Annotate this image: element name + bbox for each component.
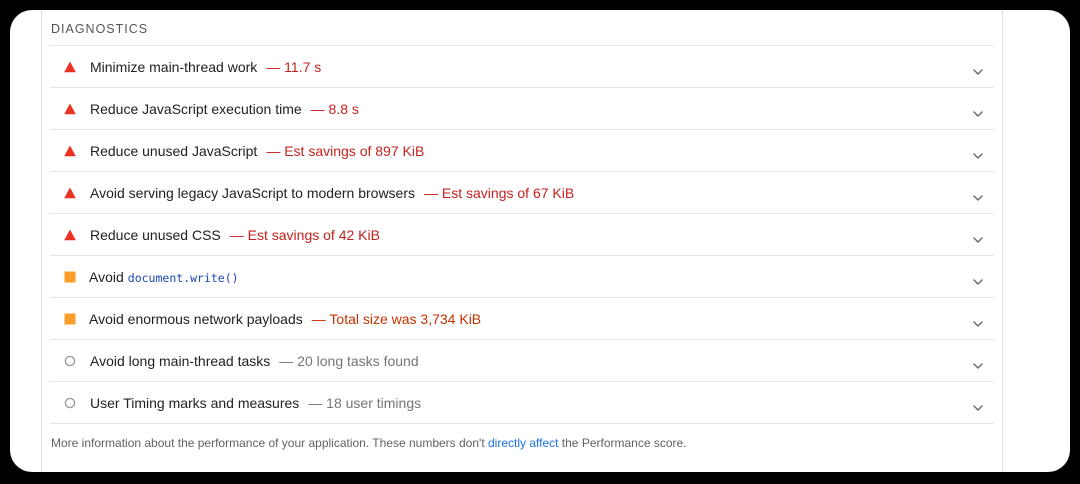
audit-title: Avoid serving legacy JavaScript to moder… <box>90 184 416 201</box>
red-triangle-icon <box>64 61 76 73</box>
gray-circle-icon <box>64 397 76 409</box>
audit-row[interactable]: Reduce unused CSS — Est savings of 42 KiB <box>50 214 994 256</box>
audit-title: Minimize main-thread work <box>90 58 258 75</box>
footer-text-before: More information about the performance o… <box>51 436 488 450</box>
audit-text: Avoid enormous network payloads — Total s… <box>89 311 481 327</box>
audit-detail: — Est savings of 42 KiB <box>229 226 380 243</box>
red-triangle-icon <box>64 103 76 115</box>
audit-row[interactable]: User Timing marks and measures — 18 user … <box>50 382 994 424</box>
chevron-down-icon[interactable] <box>972 399 984 411</box>
audit-detail: — Est savings of 67 KiB <box>424 184 575 201</box>
audit-text: Avoid long main-thread tasks — 20 long ta… <box>90 353 419 369</box>
red-triangle-icon <box>64 229 76 241</box>
audit-detail: — Est savings of 897 KiB <box>266 142 425 159</box>
audit-detail: — 8.8 s <box>310 100 359 117</box>
footer-text-after: the Performance score. <box>558 436 687 450</box>
audit-row[interactable]: Reduce JavaScript execution time — 8.8 s <box>50 88 994 130</box>
audit-row[interactable]: Avoid long main-thread tasks — 20 long ta… <box>50 340 994 382</box>
red-triangle-icon <box>64 187 76 199</box>
chevron-down-icon[interactable] <box>972 357 984 369</box>
audit-text: Avoid document.write() <box>89 269 239 285</box>
audit-text: User Timing marks and measures — 18 user … <box>90 395 421 411</box>
chevron-down-icon[interactable] <box>972 231 984 243</box>
audit-code: document.write() <box>127 270 239 285</box>
audit-title: Avoid enormous network payloads <box>89 310 303 327</box>
audit-text: Reduce unused CSS — Est savings of 42 KiB <box>90 227 380 243</box>
audit-title: Reduce unused JavaScript <box>90 142 258 159</box>
audit-row[interactable]: Reduce unused JavaScript — Est savings of… <box>50 130 994 172</box>
audit-row[interactable]: Minimize main-thread work — 11.7 s <box>50 46 994 88</box>
audit-detail: — 18 user timings <box>308 394 422 411</box>
audit-row[interactable]: Avoid document.write() <box>50 256 994 298</box>
directly-affect-link[interactable]: directly affect <box>488 436 558 450</box>
gray-circle-icon <box>64 355 76 367</box>
chevron-down-icon[interactable] <box>972 189 984 201</box>
diagnostics-panel: DIAGNOSTICS Minimize main-thread work — 1… <box>41 10 1003 472</box>
audit-row[interactable]: Avoid enormous network payloads — Total s… <box>50 298 994 340</box>
chevron-down-icon[interactable] <box>972 147 984 159</box>
audit-text: Minimize main-thread work — 11.7 s <box>90 59 321 75</box>
audit-title: Reduce JavaScript execution time <box>90 100 302 117</box>
audit-row[interactable]: Avoid serving legacy JavaScript to moder… <box>50 172 994 214</box>
orange-square-icon <box>64 271 76 283</box>
audit-title: User Timing marks and measures <box>90 394 300 411</box>
chevron-down-icon[interactable] <box>972 273 984 285</box>
audit-text: Reduce JavaScript execution time — 8.8 s <box>90 101 359 117</box>
audit-detail: — 20 long tasks found <box>279 352 419 369</box>
red-triangle-icon <box>64 145 76 157</box>
window-frame: DIAGNOSTICS Minimize main-thread work — 1… <box>10 10 1070 472</box>
audit-text: Reduce unused JavaScript — Est savings of… <box>90 143 424 159</box>
section-title: DIAGNOSTICS <box>51 22 149 36</box>
audit-title: Avoid long main-thread tasks <box>90 352 271 369</box>
audit-text: Avoid serving legacy JavaScript to moder… <box>90 185 574 201</box>
chevron-down-icon[interactable] <box>972 105 984 117</box>
footer-note: More information about the performance o… <box>51 436 687 450</box>
audit-title: Avoid <box>89 268 124 285</box>
orange-square-icon <box>64 313 76 325</box>
audit-title: Reduce unused CSS <box>90 226 221 243</box>
audit-list: Minimize main-thread work — 11.7 s Reduce … <box>50 45 994 424</box>
chevron-down-icon[interactable] <box>972 63 984 75</box>
audit-detail: — 11.7 s <box>266 58 322 75</box>
chevron-down-icon[interactable] <box>972 315 984 327</box>
audit-detail: — Total size was 3,734 KiB <box>311 310 482 327</box>
